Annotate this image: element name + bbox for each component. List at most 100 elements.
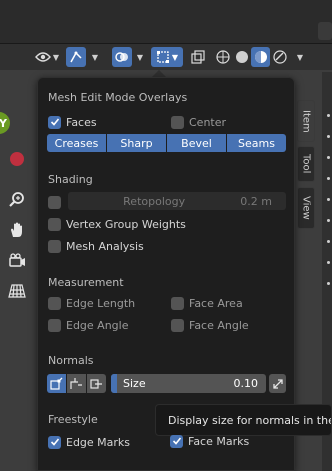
section-title-shading: Shading [48, 173, 93, 186]
face-marks-checkbox[interactable]: Face Marks [170, 433, 249, 449]
expand-arrows-icon [272, 378, 283, 389]
tab-view[interactable]: View [297, 187, 315, 229]
split-normals-toggle[interactable] [67, 374, 86, 393]
overlay-toggle[interactable] [112, 47, 132, 67]
overlay-icon [115, 52, 128, 62]
checkbox-box[interactable] [48, 239, 61, 253]
tab-tool[interactable]: Tool [297, 146, 315, 182]
xray-toggle[interactable] [188, 47, 208, 67]
camera-icon [9, 253, 25, 267]
checkbox-box[interactable] [171, 296, 184, 310]
section-title-overlays: Mesh Edit Mode Overlays [48, 91, 188, 104]
face-normal-icon [90, 379, 102, 389]
retopology-offset-field[interactable]: Retopology 0.2 m [68, 192, 286, 210]
top-right-button[interactable] [318, 22, 332, 40]
pan-button[interactable] [4, 218, 30, 242]
solid-shading-icon [235, 51, 248, 63]
perspective-toggle-button[interactable] [4, 279, 30, 303]
face-marks-label: Face Marks [188, 434, 250, 448]
eye-icon [34, 52, 51, 62]
mesh-analysis-checkbox[interactable]: Mesh Analysis [48, 238, 144, 254]
center-label: Center [189, 115, 227, 129]
chevron-down-icon: ▼ [52, 52, 60, 62]
xray-icon [191, 50, 205, 64]
material-shading-icon [254, 51, 267, 63]
edge-angle-checkbox[interactable]: Edge Angle [48, 317, 128, 333]
bevel-toggle[interactable]: Bevel [167, 134, 226, 152]
retopology-value: 0.2 m [240, 194, 272, 208]
tab-view-label: View [300, 196, 312, 220]
material-shading-button[interactable] [251, 47, 270, 67]
sharp-toggle[interactable]: Sharp [107, 134, 166, 152]
mesh-analysis-label: Mesh Analysis [66, 239, 144, 253]
checkbox-box[interactable] [48, 318, 61, 332]
mesh-overlay-icon [156, 51, 169, 63]
checkbox-box[interactable] [48, 115, 61, 129]
rendered-shading-button[interactable] [270, 47, 289, 67]
tab-item-label: Item [300, 109, 312, 133]
retopology-label: Retopology [123, 194, 186, 208]
axis-label: Y [0, 116, 7, 130]
hand-icon [11, 222, 22, 237]
checkbox-box[interactable] [48, 296, 61, 310]
grid-icon [8, 284, 26, 298]
tab-tool-label: Tool [300, 154, 312, 174]
seams-toggle[interactable]: Seams [227, 134, 286, 152]
camera-view-button[interactable] [4, 249, 30, 273]
section-title-measurement: Measurement [48, 276, 124, 289]
gizmo-icon [70, 51, 82, 63]
face-angle-label: Face Angle [189, 318, 249, 332]
face-angle-checkbox[interactable]: Face Angle [171, 317, 249, 333]
zoom-button[interactable] [4, 188, 30, 212]
face-area-label: Face Area [189, 296, 243, 310]
vertex-normal-icon [50, 377, 63, 390]
edge-display-toggle-group: Creases Sharp Bevel Seams [47, 134, 286, 152]
solid-shading-button[interactable] [232, 47, 251, 67]
face-area-checkbox[interactable]: Face Area [171, 295, 243, 311]
gizmo-dropdown[interactable]: ▼ [86, 47, 102, 67]
nav-gizmo-x-axis[interactable] [6, 148, 28, 170]
faces-label: Faces [66, 115, 97, 129]
faces-checkbox[interactable]: Faces [48, 114, 97, 130]
normals-size-slider[interactable]: Size 0.10 [111, 374, 266, 393]
checkbox-box[interactable] [48, 195, 61, 209]
checkbox-box[interactable] [171, 115, 184, 129]
checkbox-box[interactable] [48, 435, 61, 449]
vertex-normals-toggle[interactable] [47, 374, 66, 393]
section-title-freestyle: Freestyle [48, 413, 98, 426]
zoom-icon [9, 192, 24, 207]
edge-length-checkbox[interactable]: Edge Length [48, 295, 135, 311]
vertex-group-weights-checkbox[interactable]: Vertex Group Weights [48, 216, 186, 232]
vertex-group-weights-label: Vertex Group Weights [66, 217, 186, 231]
normals-row: Size 0.10 [47, 374, 286, 393]
chevron-down-icon: ▼ [171, 52, 179, 62]
split-normal-icon [70, 378, 82, 389]
visibility-dropdown[interactable]: ▼ [30, 47, 64, 67]
checkbox-box[interactable] [171, 318, 184, 332]
tab-item[interactable]: Item [297, 100, 315, 142]
constant-screen-size-toggle[interactable] [269, 374, 286, 393]
check-icon [172, 437, 181, 445]
edge-angle-label: Edge Angle [66, 318, 129, 332]
check-icon [50, 118, 59, 126]
creases-toggle[interactable]: Creases [47, 134, 106, 152]
checkbox-box[interactable] [170, 434, 183, 448]
edge-length-label: Edge Length [66, 296, 136, 310]
size-slider-fill [111, 374, 117, 393]
wireframe-shading-button[interactable] [213, 47, 232, 67]
shading-dropdown[interactable]: ▼ [290, 47, 308, 67]
overlay-dropdown[interactable]: ▼ [132, 47, 146, 67]
rendered-shading-icon [272, 50, 287, 64]
section-title-normals: Normals [48, 354, 94, 367]
wireframe-shading-icon [215, 50, 230, 64]
retopology-checkbox[interactable] [48, 194, 66, 210]
edge-marks-label: Edge Marks [66, 435, 131, 449]
size-value: 0.10 [233, 377, 259, 390]
check-icon [50, 438, 59, 446]
gizmo-toggle[interactable] [66, 47, 86, 67]
face-normals-toggle[interactable] [87, 374, 106, 393]
edge-marks-checkbox[interactable]: Edge Marks [48, 434, 130, 450]
mesh-overlay-dropdown[interactable]: ▼ [151, 47, 183, 67]
center-checkbox[interactable]: Center [171, 114, 226, 130]
checkbox-box[interactable] [48, 217, 61, 231]
